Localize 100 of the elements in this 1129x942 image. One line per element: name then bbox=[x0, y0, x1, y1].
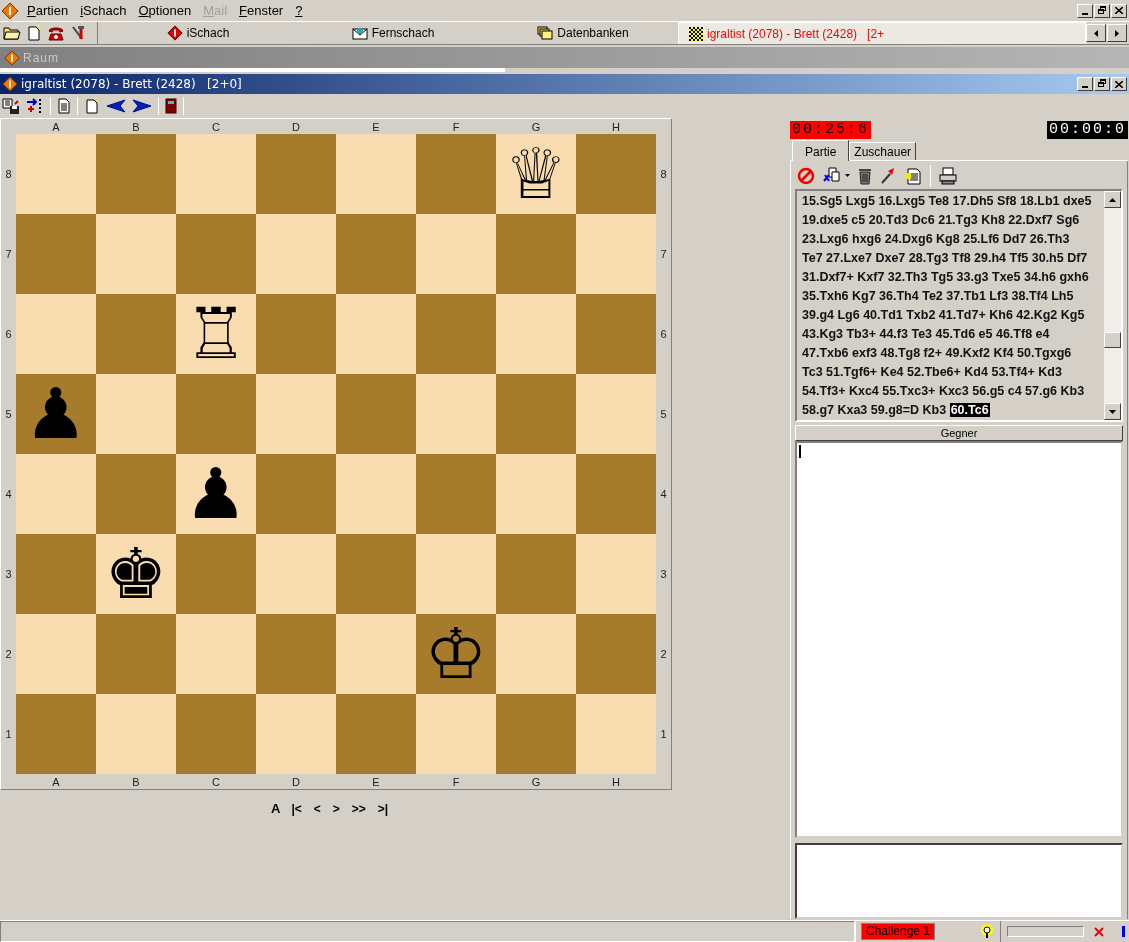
rank-label: 5 bbox=[4, 406, 13, 422]
minimize-button[interactable] bbox=[1077, 3, 1093, 18]
challenge-badge[interactable]: Challenge 1 bbox=[861, 923, 936, 940]
tab[interactable]: Zuschauer bbox=[849, 142, 917, 160]
file-label: D bbox=[291, 120, 301, 135]
close-button[interactable] bbox=[1111, 3, 1127, 18]
pin-icon[interactable] bbox=[880, 167, 896, 185]
document-icon[interactable] bbox=[57, 98, 71, 114]
window-title: Raum bbox=[23, 49, 59, 67]
menu-item[interactable]: Fenster bbox=[233, 0, 290, 21]
taskbar-tab[interactable]: Fernschach bbox=[298, 22, 488, 44]
taskbar-tab[interactable]: Datenbanken bbox=[488, 22, 678, 44]
dropdown-caret-icon[interactable] bbox=[845, 174, 850, 178]
scroll-right-button[interactable] bbox=[1107, 24, 1127, 42]
chess-piece[interactable]: ♟ bbox=[184, 457, 248, 531]
stop-icon[interactable] bbox=[797, 167, 815, 185]
rank-label: 4 bbox=[659, 486, 668, 502]
navigation-button[interactable]: >| bbox=[376, 799, 390, 818]
file-label: A bbox=[51, 775, 61, 790]
folders-icon bbox=[537, 26, 554, 40]
right-arrow-icon[interactable] bbox=[132, 99, 152, 113]
file-label: B bbox=[131, 120, 141, 135]
caret-right-icon bbox=[1115, 29, 1119, 37]
restore-button[interactable] bbox=[1094, 77, 1110, 91]
menu-item[interactable]: Optionen bbox=[132, 0, 198, 21]
rank-label: 1 bbox=[4, 726, 13, 742]
file-label: G bbox=[530, 775, 542, 790]
rank-label: 3 bbox=[659, 566, 668, 582]
left-arrow-icon[interactable] bbox=[106, 99, 126, 113]
rank-label: 8 bbox=[4, 166, 13, 182]
minimize-button[interactable] bbox=[1077, 77, 1093, 91]
rank-label: 8 bbox=[659, 166, 668, 182]
navigation-button[interactable]: |< bbox=[290, 799, 303, 818]
chessboard[interactable]: ♕ ♖ ♟ ♟ ♚ ♔ bbox=[16, 134, 656, 774]
telephone-icon[interactable] bbox=[47, 25, 65, 41]
scroll-left-button[interactable] bbox=[1086, 24, 1106, 42]
caret-left-icon bbox=[1094, 29, 1098, 37]
envelope-icon bbox=[351, 26, 368, 40]
tab[interactable]: Partie bbox=[792, 140, 850, 161]
clock: 00:25:6 bbox=[790, 120, 871, 139]
caret-down-icon bbox=[1109, 409, 1116, 414]
close-icon bbox=[1115, 80, 1123, 88]
navigation-button[interactable]: < bbox=[312, 799, 322, 818]
app-logo-icon bbox=[1, 1, 19, 20]
open-folder-icon[interactable] bbox=[3, 25, 21, 41]
rank-label: 2 bbox=[659, 646, 668, 662]
copy-icon[interactable] bbox=[823, 167, 843, 185]
chess-piece[interactable]: ♟ bbox=[24, 377, 88, 451]
file-label: A bbox=[51, 120, 61, 135]
app-logo-icon bbox=[2, 76, 18, 92]
chess-piece[interactable]: ♕ bbox=[504, 137, 568, 211]
save-icon[interactable] bbox=[2, 98, 20, 114]
close-button[interactable] bbox=[1111, 77, 1127, 91]
chess-piece[interactable]: ♚ bbox=[104, 537, 168, 611]
file-label: E bbox=[371, 120, 381, 135]
menu-item[interactable]: ? bbox=[289, 0, 309, 21]
current-move[interactable]: 60.Tc6 bbox=[949, 403, 990, 417]
navigation-button[interactable]: > bbox=[331, 799, 341, 818]
transfer-icon[interactable] bbox=[26, 98, 44, 114]
new-document-icon[interactable] bbox=[26, 25, 42, 41]
tools-icon[interactable] bbox=[70, 25, 86, 41]
file-label: G bbox=[530, 120, 542, 135]
restore-button[interactable] bbox=[1094, 3, 1110, 18]
rank-label: 7 bbox=[4, 246, 13, 262]
new-document-icon[interactable] bbox=[84, 98, 100, 114]
navigation-button[interactable]: A bbox=[271, 799, 281, 819]
chess-piece[interactable]: ♖ bbox=[184, 297, 248, 371]
app-logo-icon bbox=[4, 49, 20, 66]
trash-icon[interactable] bbox=[858, 167, 872, 185]
rank-label: 7 bbox=[659, 246, 668, 262]
scroll-up-button[interactable] bbox=[1104, 191, 1121, 208]
file-label: D bbox=[291, 775, 301, 790]
close-icon[interactable] bbox=[1094, 926, 1104, 937]
navigation-button[interactable]: >> bbox=[350, 799, 367, 818]
rank-label: 2 bbox=[4, 646, 13, 662]
notes-icon[interactable] bbox=[904, 167, 922, 185]
scrollbar[interactable] bbox=[1104, 191, 1121, 420]
checkerboard-icon bbox=[689, 26, 703, 41]
scroll-thumb[interactable] bbox=[1104, 332, 1121, 348]
menu-item[interactable]: Partien bbox=[21, 0, 75, 21]
chat-output-field[interactable] bbox=[795, 843, 1123, 919]
door-icon[interactable] bbox=[165, 98, 177, 114]
message-input-field[interactable] bbox=[795, 441, 1123, 838]
file-label: F bbox=[451, 775, 461, 790]
move-list-text: 15.Sg5 Lxg5 16.Lxg5 Te8 17.Dh5 Sf8 18.Lb1 dxe5 19.dxe5 c5 20.Td3 Dc6 21.Tg3 Kh8 22.Dxf7 Sg6 23.Lxg6 hxg6 24.Dxg6 Kg8 25.Lf6 Dd7 26.Th3 Te7 27.Lxe7 Dxe7 28.Tg3 Tf8 29.h4 Tf5 30.h5 Df7 31.Dxf7+ Kxf7 32.Th3 Tg5 33.g3 Txe5 34.h6 gxh6 35.Txh6 Kg7 36.Th4 Te2 37.Tb1 Lf3 38.Tf4 Lh5 39.g4 Lg6 40.Td1 Txb2 41.Td7+ Kh6 42.Kg2 Kg5 43.Kg3 Tb3+ 44.f3 Te3 45.Td6 e5 46.Tf8 e4 47.Txb6 exf3 48.Tg8 f2+ 49.Kxf2 Kf4 50.Tgxg6 Tc3 51.Tgf6+ Ke4 52.Tbe6+ Kd4 53.Tf4+ Kd3 54.Tf3+ Kxc4 55.Txc3+ Kxc3 56.g5 c4 57.g6 Kb3 58.g7 Kxa3 59.g8=D Kb3 60.Tc6 bbox=[801, 193, 1093, 419]
taskbar-tab[interactable]: iSchach bbox=[98, 22, 298, 44]
rank-label: 5 bbox=[659, 406, 668, 422]
printer-icon[interactable] bbox=[939, 167, 957, 185]
lightbulb-icon[interactable] bbox=[980, 923, 994, 940]
menu-item[interactable]: iSchach bbox=[74, 0, 133, 21]
app-logo-icon bbox=[166, 25, 183, 41]
file-label: C bbox=[211, 120, 221, 135]
rank-label: 4 bbox=[4, 486, 13, 502]
clock: 00:00:0 bbox=[1047, 120, 1128, 139]
file-label: C bbox=[211, 775, 221, 790]
column-header[interactable]: Gegner bbox=[795, 425, 1123, 441]
window-title: igraltist (2078) - Brett (2428) [2+0] bbox=[21, 76, 242, 93]
scroll-down-button[interactable] bbox=[1104, 403, 1121, 420]
chess-piece[interactable]: ♔ bbox=[424, 617, 488, 691]
close-icon bbox=[1115, 7, 1123, 14]
